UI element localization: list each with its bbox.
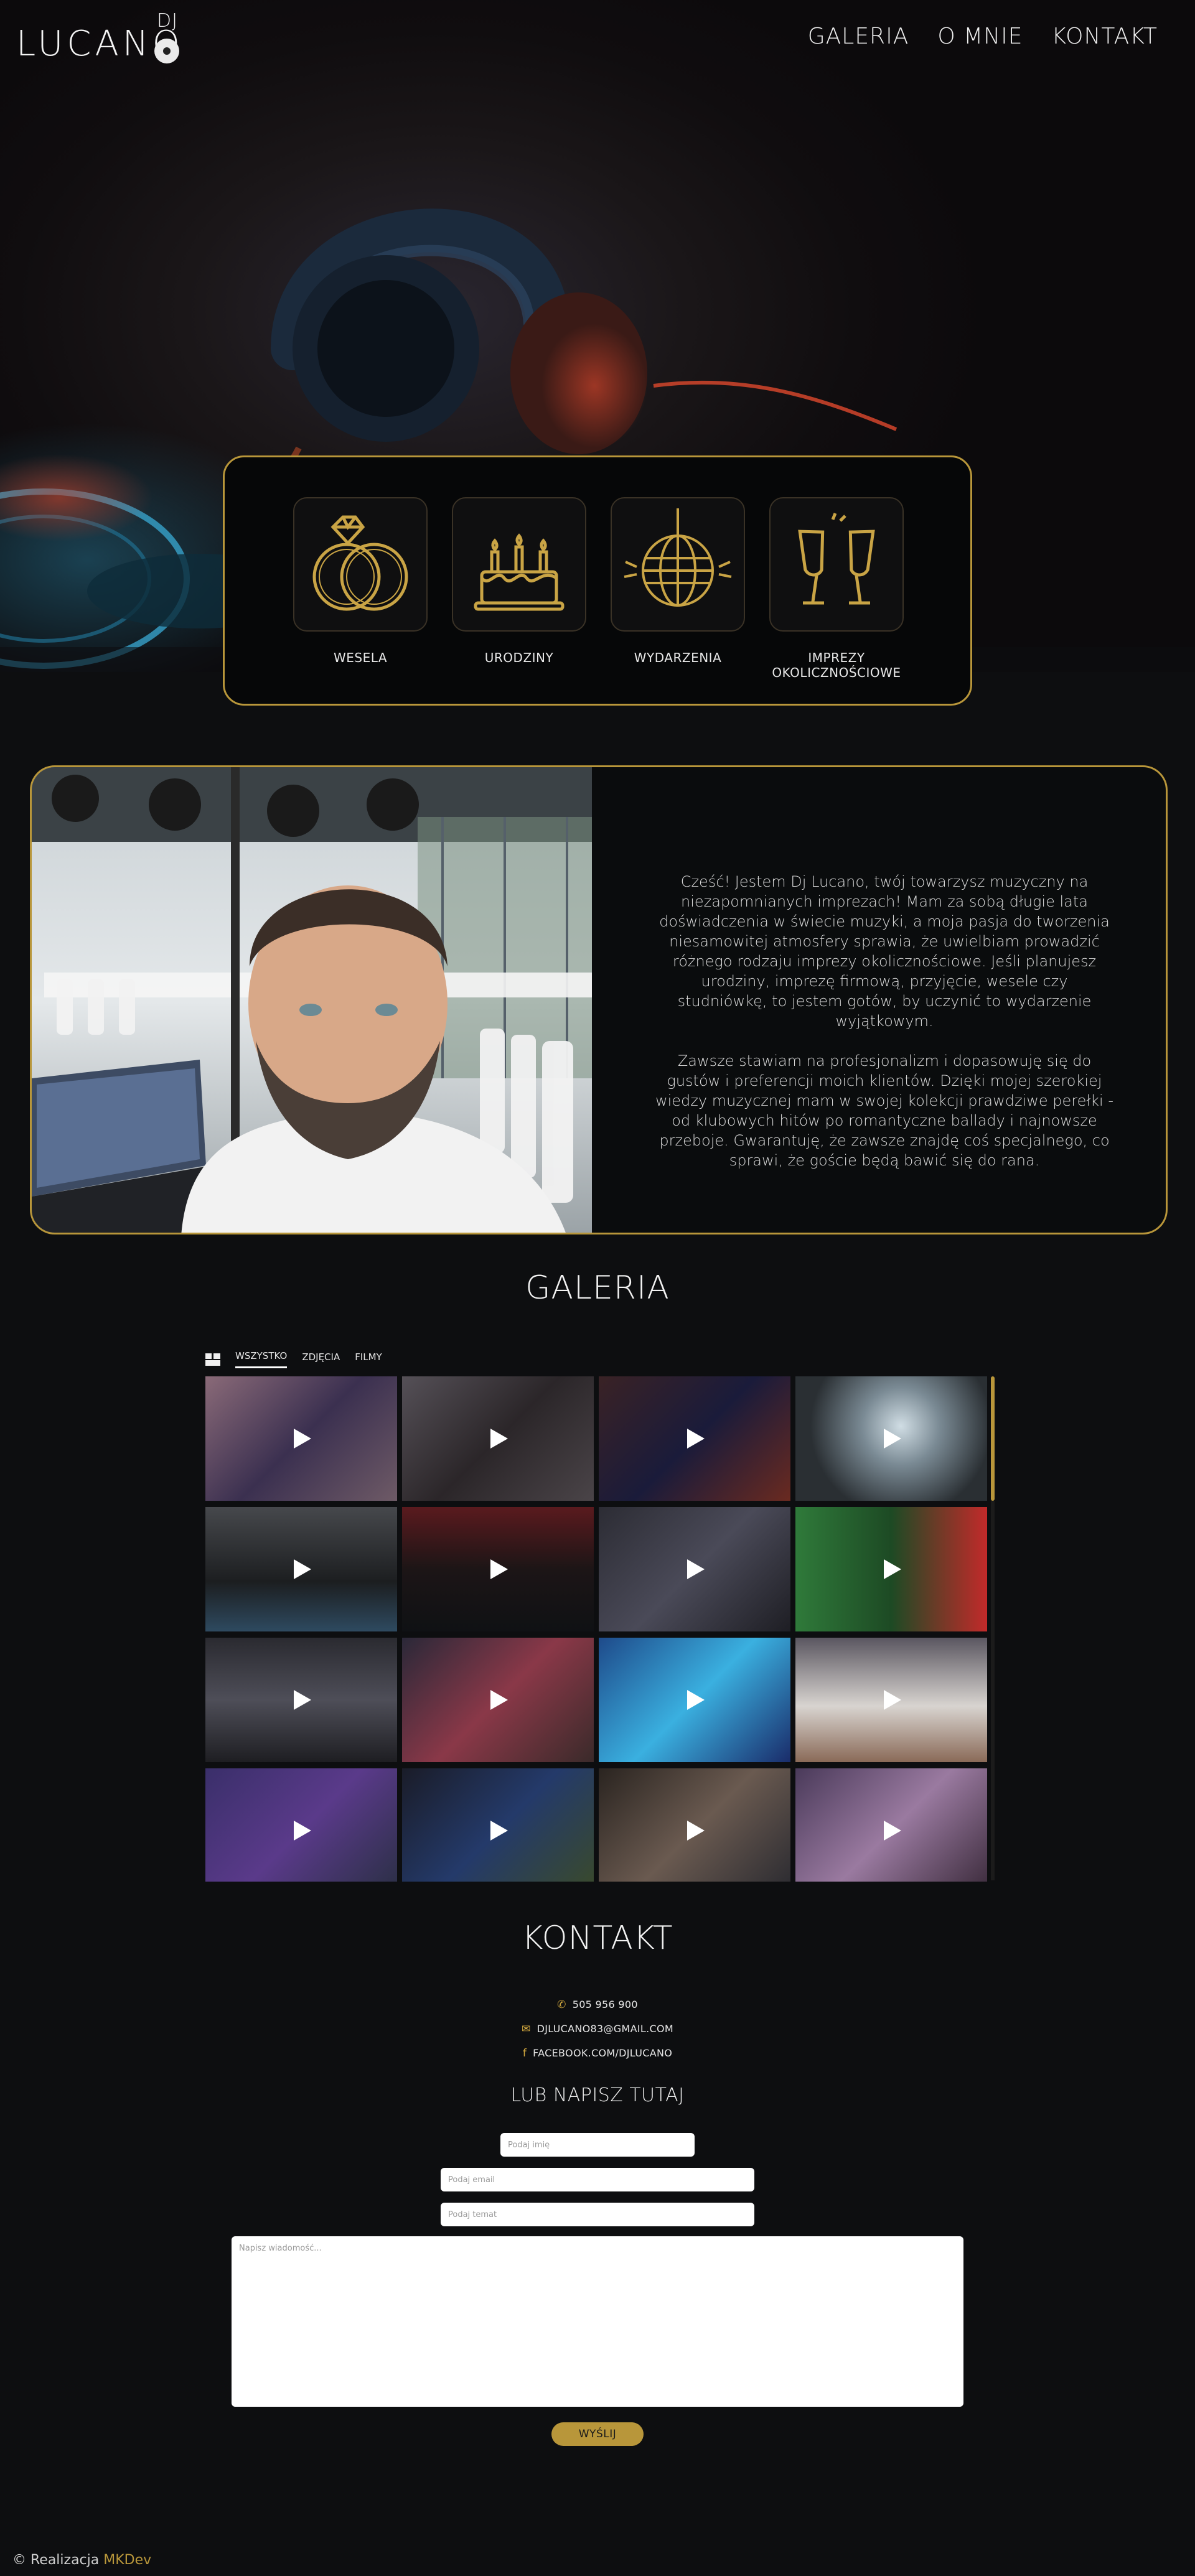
play-icon — [294, 1559, 311, 1579]
about-section: Cześć! Jestem Dj Lucano, twój towarzysz … — [30, 765, 1168, 1234]
contact-title: KONTAKT — [522, 1920, 673, 1957]
service-imprezy[interactable]: IMPREZY OKOLICZNOŚCIOWE — [769, 497, 904, 680]
gallery-video-tile[interactable] — [402, 1638, 594, 1762]
service-label: IMPREZY OKOLICZNOŚCIOWE — [772, 650, 901, 680]
about-paragraph: Cześć! Jestem Dj Lucano, twój towarzysz … — [659, 873, 1110, 1030]
services-card: WESELA URODZINY WYDARZENIA IMPREZY OKOLI… — [223, 455, 972, 706]
play-icon — [687, 1429, 705, 1449]
service-urodziny[interactable]: URODZINY — [452, 497, 586, 665]
play-icon — [884, 1559, 901, 1579]
gallery-video-tile[interactable] — [795, 1376, 987, 1501]
gallery-scrollbar-thumb[interactable] — [991, 1376, 995, 1501]
service-label: WESELA — [333, 650, 388, 665]
service-box — [293, 497, 428, 632]
main-nav: GALERIA O MNIE KONTAKT — [808, 24, 1158, 49]
nav-item-o-mnie[interactable]: O MNIE — [937, 24, 1023, 49]
email-text: DJLUCANO83@GMAIL.COM — [537, 2023, 673, 2035]
gallery-title: GALERIA — [525, 1269, 670, 1307]
nav-item-kontakt[interactable]: KONTAKT — [1051, 24, 1158, 49]
champagne-glasses-icon — [798, 513, 875, 605]
contact-facebook[interactable]: f FACEBOOK.COM/DJLUCANO — [0, 2047, 1195, 2060]
gallery-video-tile[interactable] — [205, 1768, 397, 1882]
gallery-video-tile[interactable] — [402, 1376, 594, 1501]
filter-zdjecia[interactable]: ZDJĘCIA — [302, 1351, 340, 1368]
cake-icon — [474, 533, 565, 611]
form-title: LUB NAPISZ TUTAJ — [510, 2084, 685, 2106]
gallery-video-tile[interactable] — [599, 1376, 790, 1501]
envelope-icon: ✉ — [522, 2023, 531, 2035]
facebook-text: FACEBOOK.COM/DJLUCANO — [533, 2047, 673, 2059]
contact-phone[interactable]: ✆ 505 956 900 — [0, 1999, 1195, 2011]
gallery-scrollbar-track[interactable] — [991, 1501, 995, 1880]
play-icon — [884, 1821, 901, 1841]
message-textarea[interactable] — [232, 2236, 963, 2407]
contact-email[interactable]: ✉ DJLUCANO83@GMAIL.COM — [0, 2023, 1195, 2035]
play-icon — [490, 1429, 508, 1449]
play-icon — [490, 1559, 508, 1579]
gallery-video-tile[interactable] — [205, 1376, 397, 1501]
gallery-video-tile[interactable] — [795, 1638, 987, 1762]
footer: © Realizacja MKDev — [12, 2552, 151, 2568]
gallery-video-tile[interactable] — [795, 1768, 987, 1882]
play-icon — [687, 1559, 705, 1579]
gallery-filters: WSZYSTKO ZDJĘCIA FILMY — [205, 1350, 382, 1368]
about-text: Cześć! Jestem Dj Lucano, twój towarzysz … — [654, 872, 1115, 1170]
email-input[interactable] — [441, 2168, 754, 2191]
play-icon — [294, 1429, 311, 1449]
play-icon — [490, 1690, 508, 1710]
name-input[interactable] — [500, 2133, 695, 2157]
gallery-video-tile[interactable] — [402, 1768, 594, 1882]
service-wesela[interactable]: WESELA — [293, 497, 428, 665]
service-box — [452, 497, 586, 632]
grid-view-icon[interactable] — [205, 1353, 220, 1366]
play-icon — [294, 1821, 311, 1841]
filter-wszystko[interactable]: WSZYSTKO — [235, 1350, 288, 1368]
service-label: URODZINY — [484, 650, 554, 665]
gallery-video-tile[interactable] — [599, 1638, 790, 1762]
play-icon — [490, 1821, 508, 1841]
gallery-grid — [204, 1375, 993, 1882]
subject-input[interactable] — [441, 2203, 754, 2226]
play-icon — [884, 1429, 901, 1449]
play-icon — [884, 1690, 901, 1710]
gallery-video-tile[interactable] — [599, 1768, 790, 1882]
vinyl-disc-icon — [154, 39, 179, 63]
facebook-icon: f — [522, 2047, 527, 2060]
footer-credit: © Realizacja — [12, 2552, 100, 2568]
footer-mkdev-link[interactable]: MKDev — [103, 2552, 151, 2568]
send-button[interactable]: WYŚLIJ — [551, 2422, 644, 2446]
disco-ball-icon — [624, 508, 732, 607]
gallery-video-tile[interactable] — [599, 1507, 790, 1631]
phone-icon: ✆ — [557, 1999, 566, 2011]
gallery-video-tile[interactable] — [402, 1507, 594, 1631]
service-label: WYDARZENIA — [634, 650, 722, 665]
rings-icon — [312, 515, 408, 611]
play-icon — [687, 1821, 705, 1841]
service-wydarzenia[interactable]: WYDARZENIA — [611, 497, 745, 665]
about-paragraph: Zawsze stawiam na profesjonalizm i dopas… — [655, 1052, 1114, 1169]
filter-filmy[interactable]: FILMY — [355, 1351, 382, 1368]
gallery-video-tile[interactable] — [205, 1638, 397, 1762]
service-box — [611, 497, 745, 632]
service-box — [769, 497, 904, 632]
gallery-video-tile[interactable] — [795, 1507, 987, 1631]
gallery-video-tile[interactable] — [205, 1507, 397, 1631]
play-icon — [294, 1690, 311, 1710]
dj-portrait-photo — [32, 767, 599, 1233]
play-icon — [687, 1690, 705, 1710]
phone-text: 505 956 900 — [572, 1999, 638, 2010]
nav-item-galeria[interactable]: GALERIA — [808, 24, 909, 49]
logo[interactable]: DJ LUCANO — [16, 10, 184, 64]
